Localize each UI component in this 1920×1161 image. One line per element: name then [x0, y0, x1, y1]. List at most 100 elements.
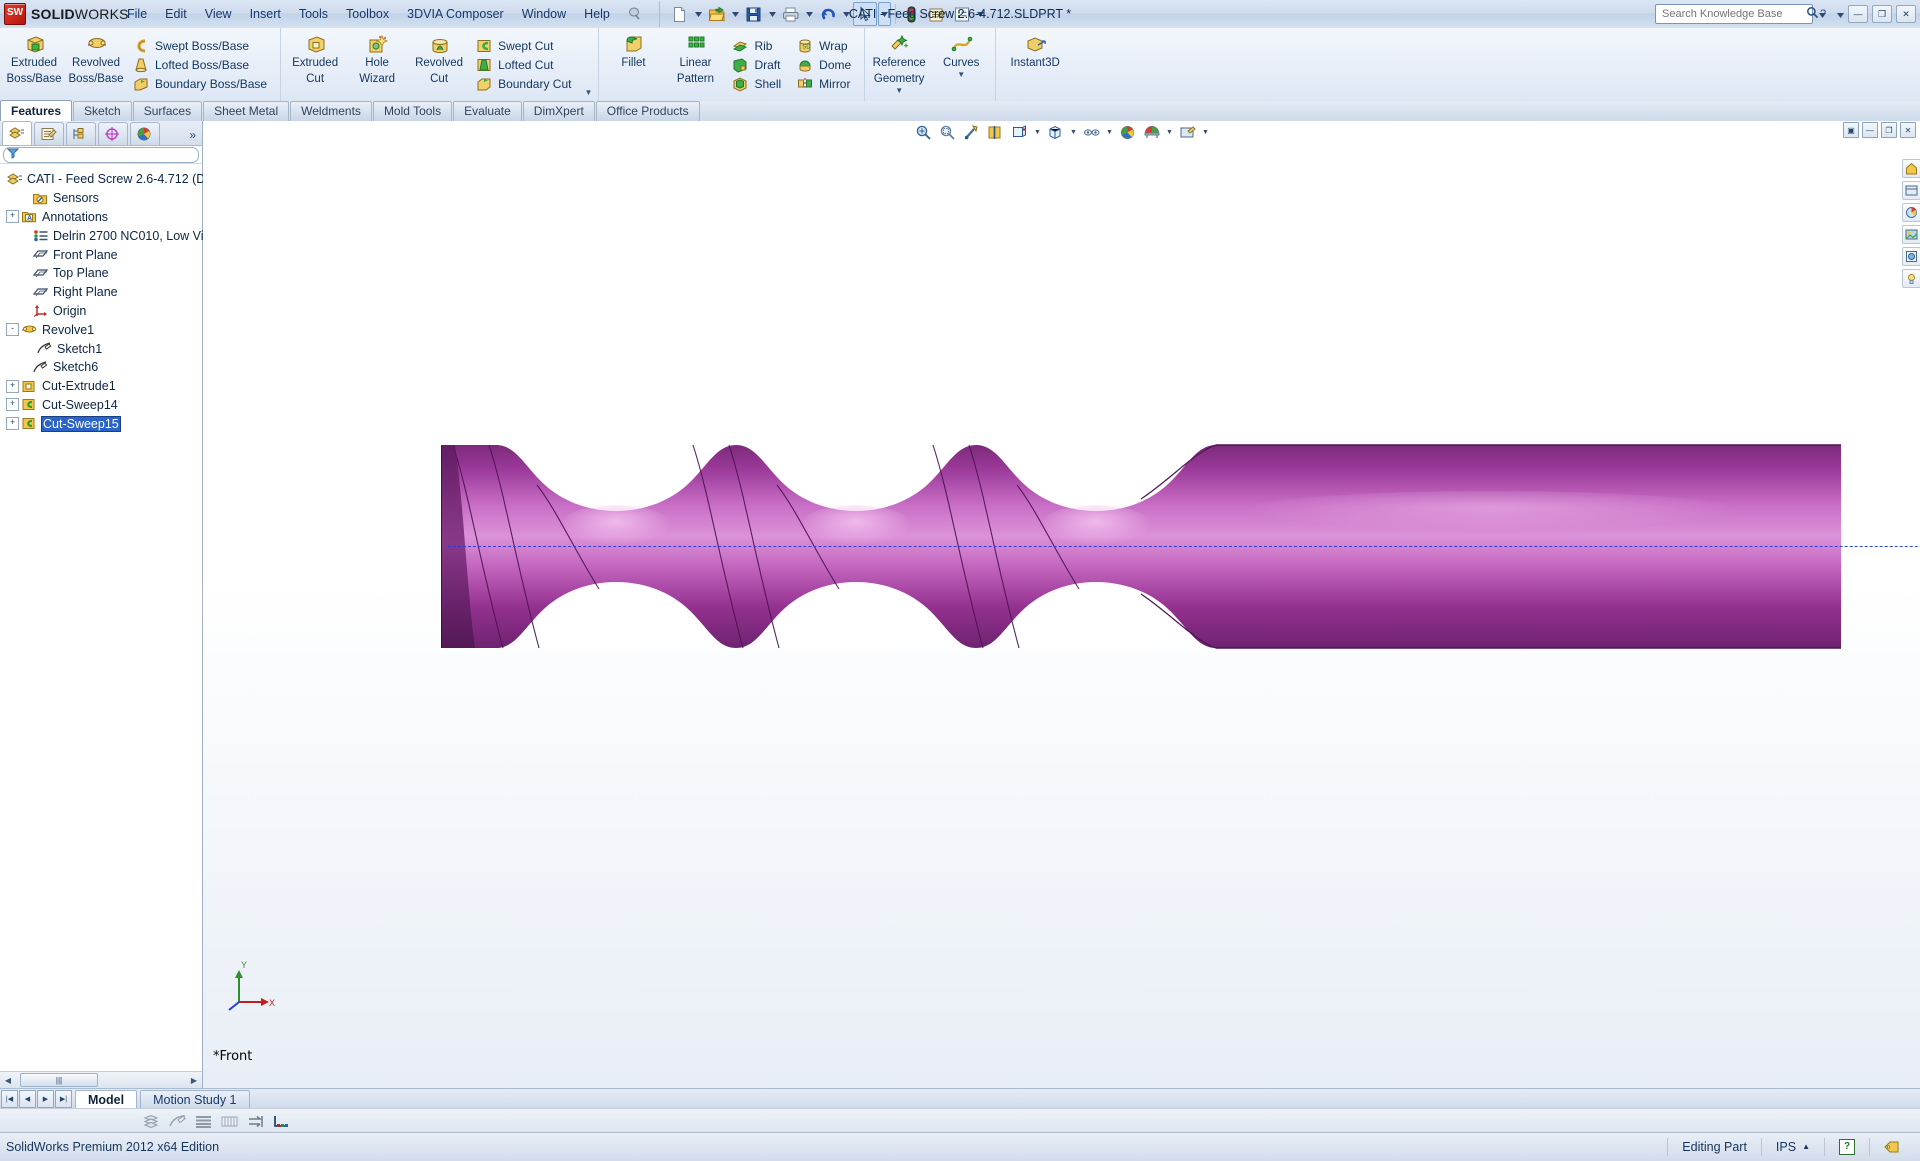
display-style-icon[interactable] [1045, 121, 1067, 143]
playback-mode-icon[interactable] [244, 1111, 266, 1131]
linear-pattern-button[interactable]: Linear Pattern [664, 28, 726, 101]
zoom-to-fit-icon[interactable] [913, 121, 935, 143]
minimize-button[interactable]: — [1848, 5, 1868, 23]
tree-item-right-plane[interactable]: Right Plane [4, 283, 202, 302]
help-icon[interactable]: ? [1815, 6, 1835, 23]
keyframe-icon[interactable] [218, 1111, 240, 1131]
menu-tools[interactable]: Tools [290, 3, 337, 25]
display-pane-icon[interactable] [1902, 181, 1920, 200]
tab-features[interactable]: Features [0, 100, 72, 121]
tree-item-revolve1[interactable]: - Revolve1 [4, 320, 202, 339]
cut-group-expand[interactable]: ▼ [581, 28, 595, 101]
scrollbar-thumb[interactable]: ||| [20, 1073, 98, 1087]
status-help-badge[interactable]: ? [1824, 1138, 1869, 1156]
view-orientation-caret-icon[interactable]: ▼ [1033, 122, 1043, 142]
apply-scene-caret-icon[interactable]: ▼ [1165, 122, 1175, 142]
zoom-to-area-icon[interactable] [937, 121, 959, 143]
minimize-view-button[interactable]: — [1862, 122, 1878, 138]
expander-toggle[interactable]: + [6, 380, 19, 393]
swept-boss-base-button[interactable]: Swept Boss/Base [131, 36, 273, 55]
wrap-button[interactable]: SD Wrap [795, 36, 857, 55]
motion-study-properties-icon[interactable] [140, 1111, 162, 1131]
expander-toggle[interactable]: + [6, 398, 19, 411]
boundary-boss-base-button[interactable]: Boundary Boss/Base [131, 74, 273, 93]
boundary-cut-button[interactable]: Boundary Cut [474, 74, 577, 93]
configuration-manager-tab[interactable] [66, 122, 96, 145]
revolved-cut-button[interactable]: Revolved Cut [408, 28, 470, 101]
apply-scene-icon[interactable] [1141, 121, 1163, 143]
hide-show-caret-icon[interactable]: ▼ [1105, 122, 1115, 142]
display-style-caret-icon[interactable]: ▼ [1069, 122, 1079, 142]
graphics-viewport[interactable]: ▼ ▼ ▼ ▼ ▼ ▣ — ❐ ✕ [203, 121, 1920, 1088]
results-chart-icon[interactable] [270, 1111, 292, 1131]
print-icon[interactable] [779, 2, 803, 26]
new-document-caret-icon[interactable] [693, 3, 704, 25]
open-document-icon[interactable] [705, 2, 729, 26]
mirror-button[interactable]: Mirror [795, 74, 857, 93]
open-document-caret-icon[interactable] [730, 3, 741, 25]
extruded-cut-button[interactable]: Extruded Cut [284, 28, 346, 101]
results-plot-icon[interactable] [192, 1111, 214, 1131]
close-view-button[interactable]: ✕ [1900, 122, 1916, 138]
scroll-left-icon[interactable]: ◀ [0, 1073, 16, 1088]
tree-item-sketch1[interactable]: Sketch1 [4, 339, 202, 358]
scenes-icon[interactable] [1902, 225, 1920, 244]
tab-motion-study-1[interactable]: Motion Study 1 [140, 1090, 249, 1109]
print-caret-icon[interactable] [804, 3, 815, 25]
search-knowledge-base[interactable] [1655, 4, 1813, 24]
hole-wizard-button[interactable]: Hole Wizard [346, 28, 408, 101]
restore-view-button[interactable]: ❐ [1881, 122, 1897, 138]
tab-weldments[interactable]: Weldments [290, 101, 372, 121]
rebuild-icon[interactable] [900, 2, 924, 26]
menu-window[interactable]: Window [513, 3, 575, 25]
last-tab-button[interactable]: ▶| [55, 1090, 72, 1108]
tree-item-front-plane[interactable]: Front Plane [4, 245, 202, 264]
reference-geometry-caret-icon[interactable]: ▼ [892, 86, 906, 95]
revolved-boss-base-button[interactable]: Revolved Boss/Base [65, 28, 127, 101]
tree-item-top-plane[interactable]: Top Plane [4, 264, 202, 283]
lofted-boss-base-button[interactable]: Lofted Boss/Base [131, 55, 273, 74]
shell-button[interactable]: Shell [730, 74, 787, 93]
feature-manager-tab[interactable] [2, 121, 32, 145]
menu-edit[interactable]: Edit [156, 3, 196, 25]
edit-appearance-icon[interactable] [1117, 121, 1139, 143]
tab-sheet-metal[interactable]: Sheet Metal [203, 101, 289, 121]
menu-insert[interactable]: Insert [241, 3, 290, 25]
undo-caret-icon[interactable] [841, 3, 852, 25]
status-tag-icon[interactable] [1869, 1138, 1914, 1156]
decals-icon[interactable] [1902, 247, 1920, 266]
dimxpert-manager-tab[interactable] [98, 122, 128, 145]
help-caret-icon[interactable] [1837, 7, 1844, 21]
status-units[interactable]: IPS ▲ [1761, 1138, 1824, 1156]
reference-geometry-button[interactable]: Reference Geometry ▼ [868, 28, 930, 101]
instant3d-button[interactable]: Instant3D [999, 28, 1071, 101]
manager-tabs-overflow[interactable]: » [189, 128, 202, 145]
search-input[interactable] [1660, 7, 1806, 21]
lofted-cut-button[interactable]: Lofted Cut [474, 55, 577, 74]
options-icon[interactable] [950, 2, 974, 26]
tree-item-origin[interactable]: Origin [4, 302, 202, 321]
tab-mold-tools[interactable]: Mold Tools [373, 101, 452, 121]
filter-input[interactable] [3, 147, 199, 163]
previous-tab-button[interactable]: ◀ [19, 1090, 36, 1108]
tile-button[interactable]: ▣ [1843, 122, 1859, 138]
chevron-up-icon[interactable]: ▲ [1802, 1138, 1810, 1156]
restore-button[interactable]: ❐ [1872, 5, 1892, 23]
fillet-button[interactable]: Fillet [602, 28, 664, 101]
tree-item-cut-extrude1[interactable]: + Cut-Extrude1 [4, 377, 202, 396]
curves-caret-icon[interactable]: ▼ [954, 70, 968, 79]
view-orientation-icon[interactable] [1009, 121, 1031, 143]
tree-item-sketch6[interactable]: Sketch6 [4, 358, 202, 377]
tree-item-cut-sweep14[interactable]: + Cut-Sweep14 [4, 396, 202, 415]
menu-help[interactable]: Help [575, 3, 619, 25]
curves-button[interactable]: Curves ▼ [930, 28, 992, 101]
expander-toggle[interactable]: + [6, 417, 19, 430]
next-tab-button[interactable]: ▶ [37, 1090, 54, 1108]
tab-office-products[interactable]: Office Products [596, 101, 700, 121]
expander-toggle[interactable]: - [6, 323, 19, 336]
menu-toolbox[interactable]: Toolbox [337, 3, 398, 25]
animation-wizard-icon[interactable] [166, 1111, 188, 1131]
undo-icon[interactable] [816, 2, 840, 26]
close-button[interactable]: ✕ [1896, 5, 1916, 23]
expander-toggle[interactable]: + [6, 210, 19, 223]
